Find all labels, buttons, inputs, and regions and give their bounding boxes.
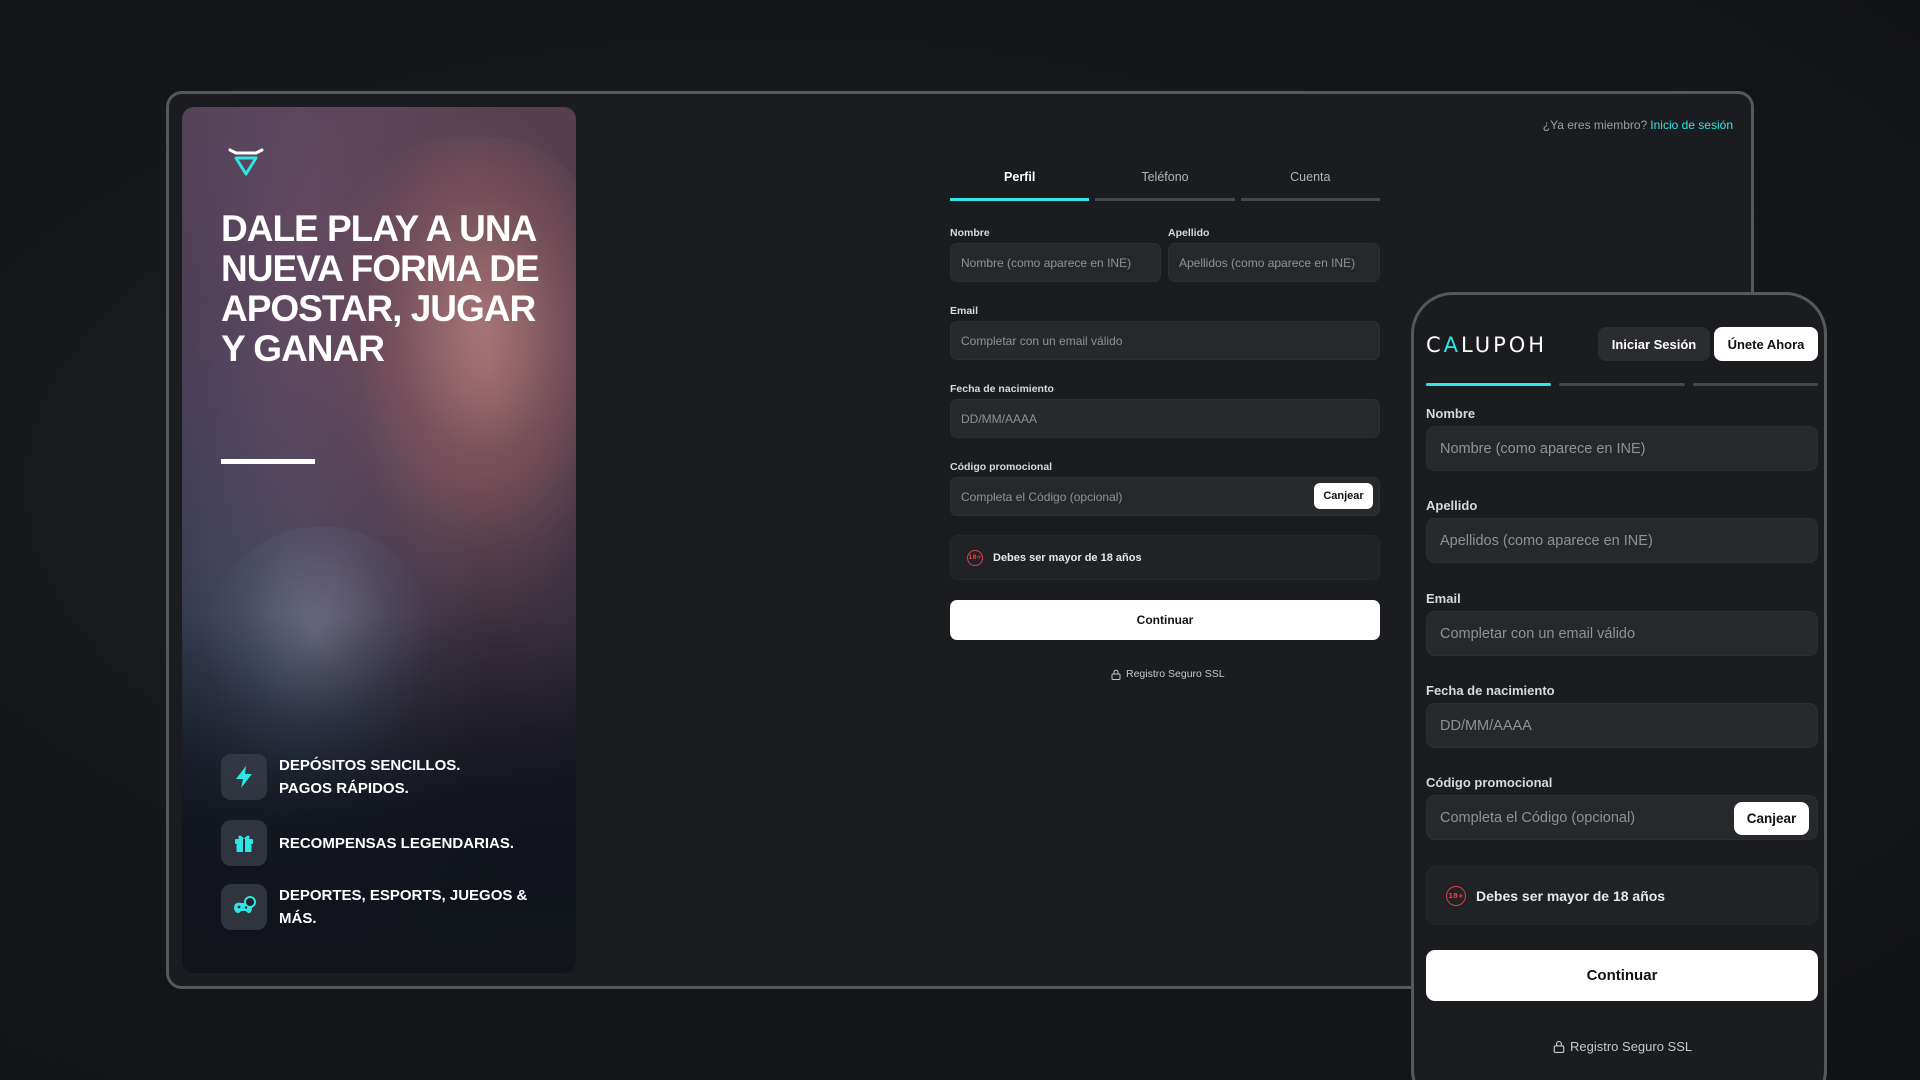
mobile-email-label: Email [1426,591,1461,606]
apellido-label: Apellido [1168,227,1210,239]
calupoh-logo: CALUPOH [1426,333,1548,357]
gamepad-ball-icon [234,896,256,914]
mobile-step-perfil[interactable] [1426,383,1552,386]
feature-deposits-line2: PAGOS RÁPIDOS. [279,780,409,797]
feature-deposits: DEPÓSITOS SENCILLOS. PAGOS RÁPIDOS. [221,754,460,800]
mobile-step-telefono[interactable] [1559,383,1685,386]
tab-cuenta[interactable]: Cuenta [1240,158,1380,201]
mobile-codigo-label: Código promocional [1426,775,1553,790]
v-shield-logo-icon [228,148,264,176]
mobile-nombre-label: Nombre [1426,406,1476,421]
mobile-nombre-input[interactable]: Nombre (como aparece en INE) [1426,426,1818,471]
email-label: Email [950,305,979,317]
continue-button[interactable]: Continuar [950,600,1380,640]
mobile-canjear-button[interactable]: Canjear [1734,802,1809,835]
mobile-age-18-icon: 18+ [1446,885,1466,906]
nombre-label: Nombre [950,227,990,239]
mobile-lock-icon [1553,1040,1565,1053]
mobile-email-input[interactable]: Completar con un email válido [1426,611,1818,656]
mobile-join-button[interactable]: Únete Ahora [1714,327,1818,361]
fecha-label: Fecha de nacimiento [950,383,1054,395]
codigo-label: Código promocional [950,461,1053,473]
login-link[interactable]: Inicio de sesión [1650,118,1733,132]
mobile-login-button[interactable]: Iniciar Sesión [1598,327,1710,361]
hero-title: DALE PLAY A UNA NUEVA FORMA DE APOSTAR, … [221,208,540,369]
hero-panel: DALE PLAY A UNA NUEVA FORMA DE APOSTAR, … [182,107,576,973]
age-notice-text: Debes ser mayor de 18 años [993,551,1142,564]
feature-rewards: RECOMPENSAS LEGENDARIAS. [221,820,514,866]
member-prompt: ¿Ya eres miembro? Inicio de sesión [1543,118,1733,132]
mobile-mockup: CALUPOH Iniciar Sesión Únete Ahora Nombr… [1411,292,1827,1080]
feature-sports-line2: MÁS. [279,910,317,927]
tab-telefono[interactable]: Teléfono [1095,158,1235,201]
mobile-apellido-label: Apellido [1426,498,1478,513]
mobile-ssl-notice: Registro Seguro SSL [1553,1039,1692,1054]
feature-sports-line1: DEPORTES, ESPORTS, JUEGOS & [279,887,528,904]
ssl-notice: Registro Seguro SSL [1111,668,1225,680]
canjear-button[interactable]: Canjear [1314,483,1373,509]
member-question: ¿Ya eres miembro? [1542,118,1648,132]
feature-sports: DEPORTES, ESPORTS, JUEGOS & MÁS. [221,884,527,930]
lock-icon [1111,669,1121,680]
email-input[interactable]: Completar con un email válido [950,321,1380,360]
age-notice: 18+ Debes ser mayor de 18 años [950,535,1380,580]
mobile-continue-button[interactable]: Continuar [1426,950,1818,1001]
mobile-age-notice-text: Debes ser mayor de 18 años [1476,887,1666,904]
gift-icon [235,835,253,852]
nombre-input[interactable]: Nombre (como aparece en INE) [950,243,1161,282]
mobile-age-notice: 18+ Debes ser mayor de 18 años [1426,866,1818,925]
feature-rewards-line1: RECOMPENSAS LEGENDARIAS. [279,834,515,852]
apellido-input[interactable]: Apellidos (como aparece en INE) [1168,243,1380,282]
mobile-apellido-input[interactable]: Apellidos (como aparece en INE) [1426,518,1818,563]
mobile-step-indicator [1426,383,1818,386]
mobile-fecha-label: Fecha de nacimiento [1426,683,1555,698]
mobile-step-cuenta[interactable] [1692,383,1818,386]
feature-deposits-line1: DEPÓSITOS SENCILLOS. [279,757,461,774]
hero-title-underline [221,459,315,464]
age-18-icon: 18+ [967,549,983,566]
tab-perfil[interactable]: Perfil [950,158,1090,201]
fecha-input[interactable]: DD/MM/AAAA [950,399,1380,438]
mobile-ssl-text: Registro Seguro SSL [1570,1039,1693,1054]
lightning-icon [236,766,252,788]
mobile-fecha-input[interactable]: DD/MM/AAAA [1426,703,1818,748]
ssl-text: Registro Seguro SSL [1126,668,1225,680]
step-tabs: Perfil Teléfono Cuenta [950,158,1380,201]
